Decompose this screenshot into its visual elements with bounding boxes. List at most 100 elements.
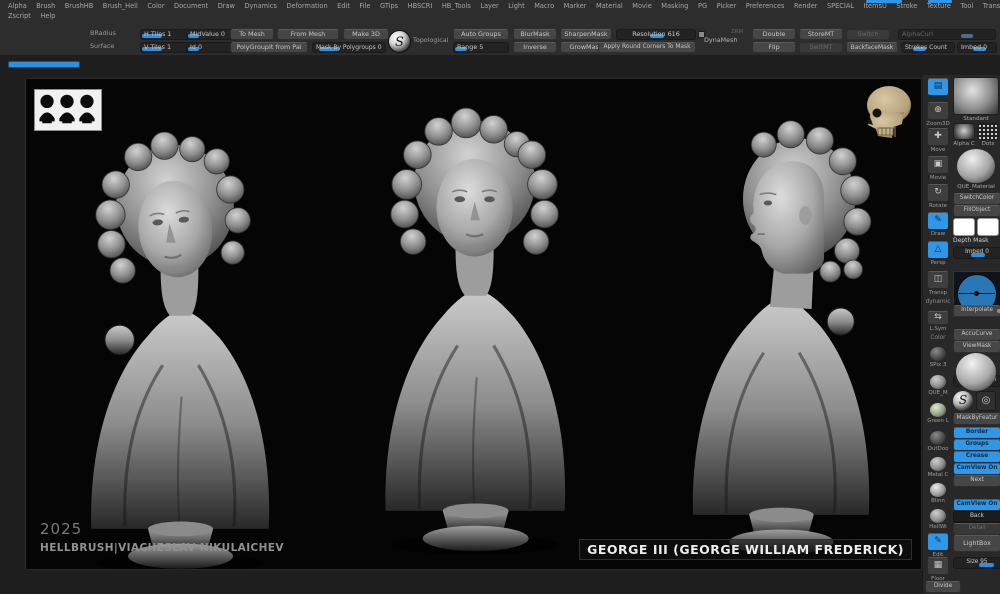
persp-tool[interactable]: △Persp xyxy=(925,241,951,266)
menu-item[interactable]: Stroke xyxy=(896,2,917,10)
menu-item[interactable]: Macro xyxy=(534,2,554,10)
floor-tool[interactable]: ▦Floor xyxy=(925,557,951,582)
to-mesh-button[interactable]: To Mesh xyxy=(230,29,274,40)
menu-item[interactable]: Layer xyxy=(480,2,498,10)
polygroupit-button[interactable]: PolyGroupIt from Pai xyxy=(230,42,308,53)
detail-button[interactable]: Detail xyxy=(953,523,1000,535)
que-material-preset[interactable]: QUE_M xyxy=(925,375,951,396)
canvas-viewport[interactable]: 2025 HELLBRUSH|VIACHESLAV NIKULAICHEV GE… xyxy=(25,78,922,570)
menu-item[interactable]: Zscript xyxy=(8,12,31,20)
swit-mt-button[interactable]: SwitMT xyxy=(799,42,843,53)
stroke-selector[interactable]: Dots xyxy=(977,123,999,147)
menu-item[interactable]: Brush_Hell xyxy=(103,2,138,10)
local-symmetry-tool[interactable]: ⇆L.Sym xyxy=(925,311,951,332)
range-slider[interactable]: Range 5 xyxy=(453,42,509,53)
menu-item[interactable]: Texture xyxy=(927,2,951,10)
size-slider[interactable]: Size 95 xyxy=(953,557,1000,569)
green-material-preset[interactable]: Green L xyxy=(925,403,951,424)
pick-brush-icon[interactable]: ◎ xyxy=(976,391,996,411)
selected-brush-slot[interactable]: ▤ xyxy=(925,78,951,96)
menu-item[interactable]: Deformation xyxy=(286,2,327,10)
viewmask-button[interactable]: ViewMask xyxy=(953,341,1000,353)
zbrush-logo-icon[interactable]: S xyxy=(953,391,973,411)
menu-item[interactable]: Document xyxy=(174,2,208,10)
menu-item[interactable]: Masking xyxy=(661,2,688,10)
rotate-tool[interactable]: ↻Rotate xyxy=(925,184,951,209)
divide-button[interactable]: Divide xyxy=(925,581,961,593)
edit-tool[interactable]: ✎Edit xyxy=(925,533,951,558)
menu-item[interactable]: Tool xyxy=(960,2,973,10)
secondary-color-swatch[interactable] xyxy=(977,218,999,236)
hellwire-material-preset[interactable]: HellWi xyxy=(925,509,951,530)
menu-item[interactable]: HBSCRI xyxy=(408,2,433,10)
resolution-slider[interactable]: Resolution 616 xyxy=(616,29,696,40)
menu-item[interactable]: Movie xyxy=(632,2,652,10)
current-brush[interactable]: Standard xyxy=(953,77,999,122)
material-preview[interactable] xyxy=(953,353,999,391)
interpolate-button[interactable]: Interpolate xyxy=(953,305,1000,317)
menu-item[interactable]: Light xyxy=(508,2,524,10)
menu-item[interactable]: Alpha xyxy=(8,2,27,10)
imbed-slider[interactable]: Imbed 0 xyxy=(953,247,1000,259)
menu-item[interactable]: Edit xyxy=(337,2,350,10)
switch-color-button[interactable]: SwitchColor xyxy=(953,193,1000,205)
auto-groups-button[interactable]: Auto Groups xyxy=(453,29,509,40)
blur-mask-button[interactable]: BlurMask xyxy=(513,29,557,40)
from-mesh-button[interactable]: From Mesh xyxy=(277,29,339,40)
menu-item[interactable]: Marker xyxy=(564,2,587,10)
double-button[interactable]: Double xyxy=(752,29,796,40)
fill-object-button[interactable]: FillObject xyxy=(953,205,1000,217)
menu-item[interactable]: Draw xyxy=(218,2,235,10)
menu-item[interactable]: Preferences xyxy=(746,2,785,10)
menu-item[interactable]: ItemsU xyxy=(864,2,887,10)
spix-control[interactable]: SPix 3 xyxy=(925,347,951,368)
menu-item[interactable]: Dynamics xyxy=(244,2,277,10)
menu-item[interactable]: File xyxy=(359,2,370,10)
menu-item[interactable]: Help xyxy=(40,12,55,20)
apply-round-corners-button[interactable]: Apply Round Corners To Mask xyxy=(598,42,696,53)
move-tool[interactable]: ✚Move xyxy=(925,128,951,153)
alpha-curl-slider[interactable]: AlphaCurl xyxy=(898,29,996,40)
menu-item[interactable]: Brush xyxy=(36,2,55,10)
transp-tool[interactable]: ◫Transp xyxy=(925,271,951,296)
menu-item[interactable]: GTips xyxy=(380,2,398,10)
mask-by-feature-button[interactable]: MaskByFeatur xyxy=(953,413,1000,425)
camview-toggle-2[interactable]: CamView On xyxy=(953,499,1000,511)
backface-mask-button[interactable]: BackfaceMask xyxy=(846,42,898,53)
alpha-selector[interactable]: Alpha C xyxy=(953,123,975,147)
metal-material-preset[interactable]: Metal C xyxy=(925,457,951,478)
inverse-button[interactable]: Inverse xyxy=(513,42,557,53)
camview-toggle-1[interactable]: CamView On xyxy=(953,463,1000,475)
store-mt-button[interactable]: StoreMT xyxy=(799,29,843,40)
document-scroll-indicator[interactable] xyxy=(8,61,80,68)
draw-tool[interactable]: ✎Draw xyxy=(925,212,951,237)
movie-tool[interactable]: ▣Movie xyxy=(925,156,951,181)
material-selector[interactable]: QUE_Material xyxy=(953,149,999,190)
menu-item[interactable]: PG xyxy=(698,2,707,10)
groups-toggle[interactable]: Groups xyxy=(953,439,1000,451)
back-button[interactable]: Back xyxy=(953,511,1000,523)
menu-item[interactable]: BrushHB xyxy=(65,2,94,10)
main-color-swatch[interactable] xyxy=(953,218,975,236)
next-button[interactable]: Next xyxy=(953,475,1000,487)
imbed-slider[interactable]: Imbed 0 xyxy=(957,42,997,53)
border-toggle[interactable]: Border xyxy=(953,427,1000,439)
menu-item[interactable]: Render xyxy=(794,2,817,10)
menu-item[interactable]: SPECIAL xyxy=(827,2,854,10)
outdoor-material-preset[interactable]: OutDoo xyxy=(925,431,951,452)
lightbox-button[interactable]: LightBox xyxy=(953,535,1000,552)
strokes-count-slider[interactable]: Strokes Count xyxy=(901,42,955,53)
sharpen-mask-button[interactable]: SharpenMask xyxy=(560,29,612,40)
menu-item[interactable]: Material xyxy=(596,2,623,10)
zoom3d-tool[interactable]: ⊕Zoom3D xyxy=(925,102,951,127)
menu-item[interactable]: Picker xyxy=(717,2,737,10)
menu-item[interactable]: HB_Tools xyxy=(442,2,471,10)
make-3d-button[interactable]: Make 3D xyxy=(343,29,389,40)
switch-button[interactable]: Switch xyxy=(846,29,890,40)
mask-by-polygroups-slider[interactable]: Mask By Polygroups 0 xyxy=(312,42,386,53)
menu-item[interactable]: Transform xyxy=(983,2,1000,10)
flip-button[interactable]: Flip xyxy=(752,42,796,53)
blinn-material-preset[interactable]: Blinn xyxy=(925,483,951,504)
accucurve-button[interactable]: AccuCurve xyxy=(953,329,1000,341)
menu-item[interactable]: Color xyxy=(147,2,164,10)
